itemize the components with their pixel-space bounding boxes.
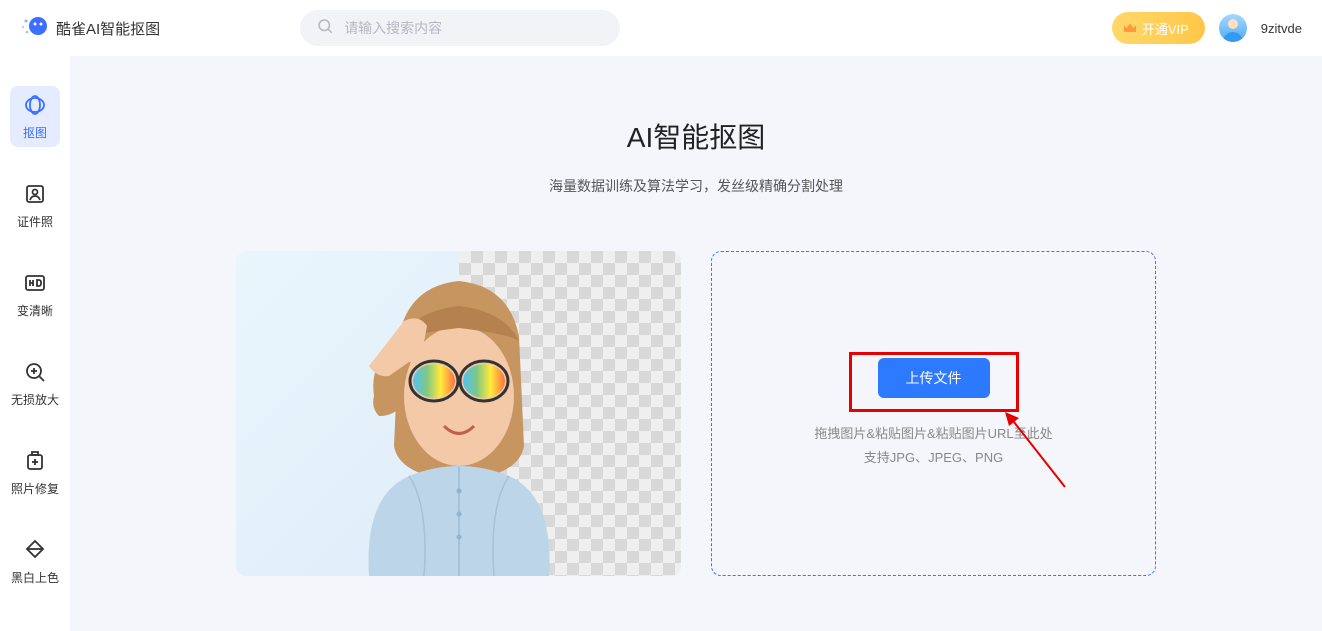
sidebar-item-enhance[interactable]: 变清晰 <box>10 264 60 325</box>
cutout-icon <box>22 92 48 118</box>
sidebar: 抠图 证件照 变清晰 <box>0 56 70 631</box>
hd-icon <box>22 270 48 296</box>
search-input[interactable] <box>344 20 604 36</box>
content-row: 上传文件 拖拽图片&粘贴图片&粘贴图片URL至此处 支持JPG、JPEG、PNG <box>130 251 1262 576</box>
page-title: AI智能抠图 <box>130 116 1262 156</box>
sidebar-item-upscale[interactable]: 无损放大 <box>10 353 60 414</box>
colorize-icon <box>22 537 48 563</box>
sidebar-item-repair[interactable]: 照片修复 <box>10 442 60 503</box>
sidebar-item-idphoto[interactable]: 证件照 <box>10 175 60 236</box>
header-right: 开通VIP 9zitvde <box>1112 12 1302 44</box>
sidebar-item-colorize[interactable]: 黑白上色 <box>10 531 60 592</box>
repair-icon <box>22 448 48 474</box>
logo-section: 酷雀AI智能抠图 <box>20 14 160 42</box>
upload-dropzone[interactable]: 上传文件 拖拽图片&粘贴图片&粘贴图片URL至此处 支持JPG、JPEG、PNG <box>711 251 1156 576</box>
upload-hint-line2: 支持JPG、JPEG、PNG <box>814 446 1052 469</box>
sidebar-item-label: 照片修复 <box>11 480 59 497</box>
zoom-in-icon <box>22 359 48 385</box>
sidebar-item-label: 黑白上色 <box>11 569 59 586</box>
crown-icon <box>1122 20 1138 36</box>
avatar[interactable] <box>1219 14 1247 42</box>
sidebar-item-label: 变清晰 <box>17 302 53 319</box>
upload-button[interactable]: 上传文件 <box>878 358 990 398</box>
sample-person-illustration <box>309 266 609 576</box>
vip-button[interactable]: 开通VIP <box>1112 12 1205 44</box>
sidebar-item-cutout[interactable]: 抠图 <box>10 86 60 147</box>
search-icon <box>316 17 334 40</box>
sidebar-item-label: 证件照 <box>17 213 53 230</box>
vip-label: 开通VIP <box>1142 19 1189 38</box>
preview-card <box>236 251 681 576</box>
page-subtitle: 海量数据训练及算法学习，发丝级精确分割处理 <box>130 176 1262 196</box>
upload-hint: 拖拽图片&粘贴图片&粘贴图片URL至此处 支持JPG、JPEG、PNG <box>814 422 1052 469</box>
app-logo-icon <box>20 14 48 42</box>
username: 9zitvde <box>1261 21 1302 36</box>
idphoto-icon <box>22 181 48 207</box>
app-title: 酷雀AI智能抠图 <box>56 18 160 39</box>
main-content: AI智能抠图 海量数据训练及算法学习，发丝级精确分割处理 <box>70 56 1322 631</box>
header: 酷雀AI智能抠图 开通VIP 9zitvde <box>0 0 1322 56</box>
sidebar-item-label: 无损放大 <box>11 391 59 408</box>
search-box[interactable] <box>300 10 620 46</box>
upload-hint-line1: 拖拽图片&粘贴图片&粘贴图片URL至此处 <box>814 422 1052 445</box>
sidebar-item-label: 抠图 <box>23 124 47 141</box>
